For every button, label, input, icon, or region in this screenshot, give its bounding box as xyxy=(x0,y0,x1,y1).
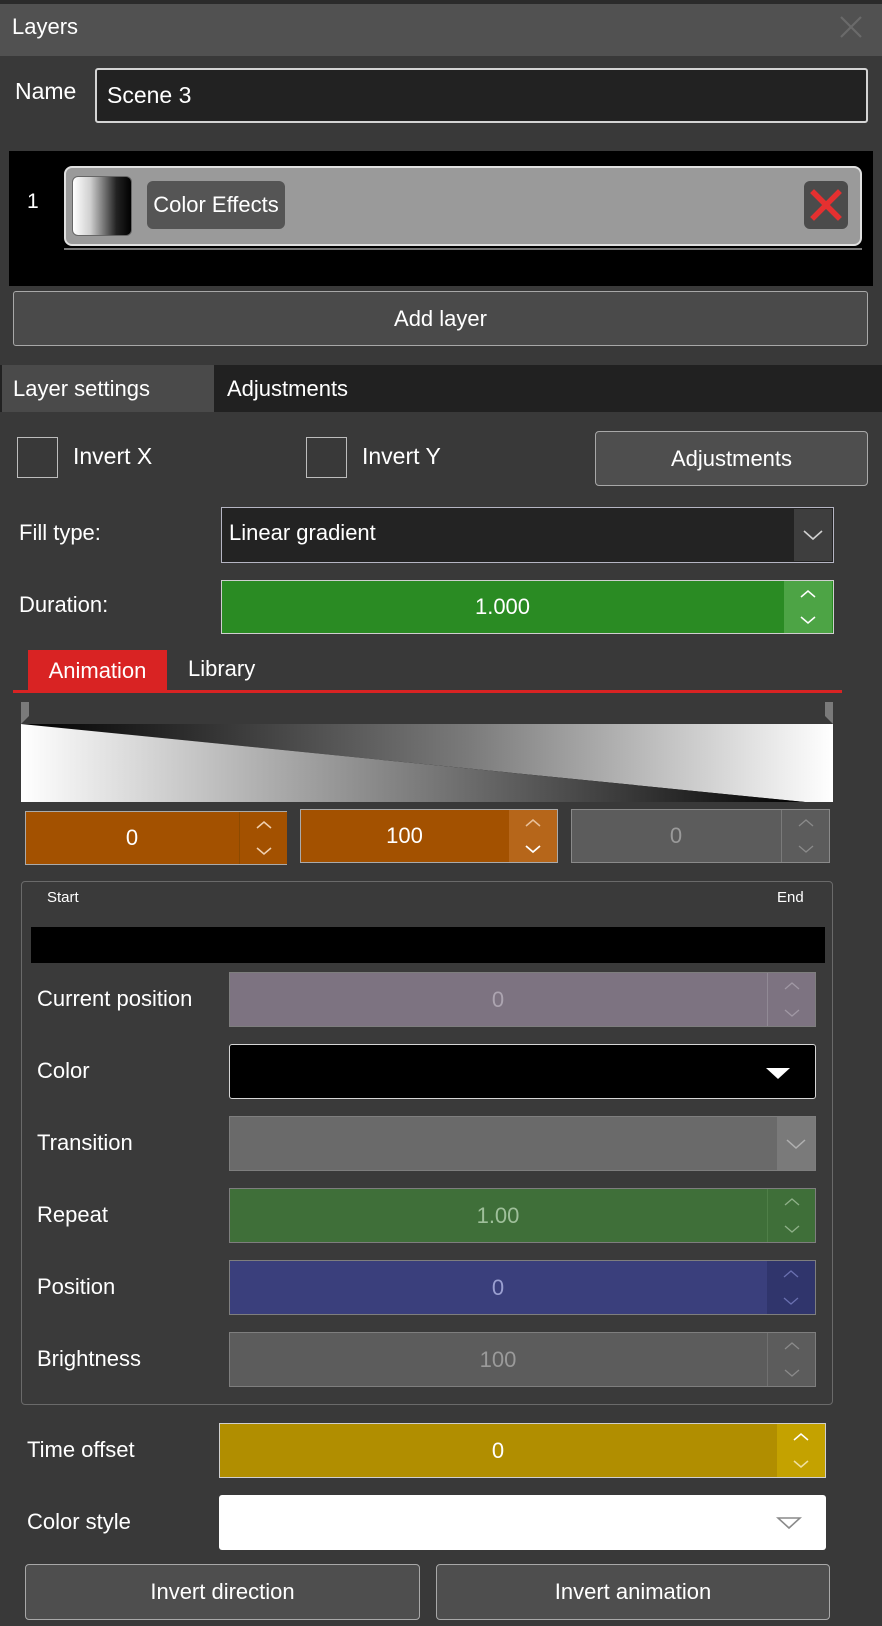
caret-down-icon[interactable] xyxy=(776,1516,802,1530)
chevron-down-icon[interactable] xyxy=(777,1117,815,1170)
scene-name-input[interactable] xyxy=(95,68,868,123)
add-layer-button[interactable]: Add layer xyxy=(13,291,868,346)
chevron-down-icon[interactable] xyxy=(794,509,832,561)
current-position-stepper[interactable] xyxy=(767,973,815,1026)
current-position-value[interactable]: 0 xyxy=(229,972,767,1027)
time-offset-stepper[interactable] xyxy=(777,1424,825,1477)
name-label: Name xyxy=(15,78,77,104)
stop-start-stepper[interactable] xyxy=(239,812,287,864)
gradient-thumbnail-icon xyxy=(72,176,132,236)
time-offset-value[interactable]: 0 xyxy=(219,1423,777,1478)
invert-y-label: Invert Y xyxy=(362,443,441,469)
delete-layer-button[interactable] xyxy=(804,181,848,229)
fill-type-value: Linear gradient xyxy=(229,520,376,545)
chevron-down-icon[interactable] xyxy=(782,1296,800,1306)
chevron-down-icon[interactable] xyxy=(783,1368,801,1378)
duration-label: Duration: xyxy=(19,592,109,617)
time-offset-label: Time offset xyxy=(27,1437,135,1462)
start-marker-icon[interactable] xyxy=(21,702,29,724)
invert-x-label: Invert X xyxy=(73,443,153,469)
chevron-down-icon[interactable] xyxy=(255,846,273,856)
window-titlebar xyxy=(0,0,882,56)
chevron-up-icon[interactable] xyxy=(524,818,542,828)
red-x-icon xyxy=(810,189,842,221)
invert-direction-button[interactable]: Invert direction xyxy=(25,1564,420,1620)
chevron-up-icon[interactable] xyxy=(797,818,815,828)
repeat-value[interactable]: 1.00 xyxy=(229,1188,767,1243)
invert-animation-button[interactable]: Invert animation xyxy=(436,1564,830,1620)
window-title: Layers xyxy=(12,14,79,39)
chevron-down-icon[interactable] xyxy=(783,1224,801,1234)
tab-library[interactable]: Library xyxy=(188,656,255,682)
current-position-label: Current position xyxy=(37,986,193,1011)
position-value[interactable]: 0 xyxy=(229,1260,767,1315)
chevron-down-icon[interactable] xyxy=(799,615,817,625)
color-style-select[interactable] xyxy=(219,1495,826,1550)
transition-select[interactable] xyxy=(229,1116,816,1171)
end-label: End xyxy=(777,889,804,906)
caret-down-icon[interactable] xyxy=(764,1066,792,1080)
duration-stepper[interactable] xyxy=(784,581,832,633)
stops-bar[interactable] xyxy=(31,927,825,963)
end-marker-icon[interactable] xyxy=(825,702,833,724)
chevron-up-icon[interactable] xyxy=(783,1341,801,1351)
adjustments-button[interactable]: Adjustments xyxy=(595,431,868,486)
chevron-up-icon[interactable] xyxy=(783,981,801,991)
stop-extra-value[interactable]: 0 xyxy=(571,809,781,863)
duration-value[interactable]: 1.000 xyxy=(221,580,784,634)
layer-index: 1 xyxy=(27,190,39,213)
color-picker[interactable] xyxy=(229,1044,816,1099)
brightness-label: Brightness xyxy=(37,1346,141,1371)
start-label: Start xyxy=(47,889,79,906)
chevron-down-icon[interactable] xyxy=(783,1008,801,1018)
layer-name[interactable]: Color Effects xyxy=(147,181,285,229)
gradient-preview[interactable] xyxy=(21,702,833,802)
color-label: Color xyxy=(37,1058,90,1083)
stop-start-value[interactable]: 0 xyxy=(25,811,239,865)
fill-type-label: Fill type: xyxy=(19,520,101,545)
repeat-label: Repeat xyxy=(37,1202,108,1227)
chevron-down-icon[interactable] xyxy=(524,844,542,854)
chevron-up-icon[interactable] xyxy=(783,1197,801,1207)
tab-adjustments[interactable]: Adjustments xyxy=(216,365,348,412)
tab-layer-settings[interactable]: Layer settings xyxy=(2,365,214,412)
brightness-stepper[interactable] xyxy=(767,1333,815,1386)
transition-label: Transition xyxy=(37,1130,133,1155)
repeat-stepper[interactable] xyxy=(767,1189,815,1242)
invert-y-checkbox[interactable] xyxy=(306,437,347,478)
chevron-up-icon[interactable] xyxy=(799,589,817,599)
color-style-label: Color style xyxy=(27,1509,131,1534)
tab-underline xyxy=(13,690,842,693)
layer-divider xyxy=(64,248,862,250)
position-label: Position xyxy=(37,1274,116,1299)
stop-end-stepper[interactable] xyxy=(509,810,557,862)
chevron-down-icon[interactable] xyxy=(797,844,815,854)
stop-extra-stepper[interactable] xyxy=(781,810,829,862)
chevron-up-icon[interactable] xyxy=(782,1269,800,1279)
chevron-up-icon[interactable] xyxy=(792,1432,810,1442)
close-icon[interactable] xyxy=(838,14,864,40)
position-stepper[interactable] xyxy=(767,1261,815,1314)
chevron-down-icon[interactable] xyxy=(792,1459,810,1469)
tab-animation[interactable]: Animation xyxy=(28,650,167,691)
stop-end-value[interactable]: 100 xyxy=(300,809,509,863)
chevron-up-icon[interactable] xyxy=(255,820,273,830)
brightness-value[interactable]: 100 xyxy=(229,1332,767,1387)
invert-x-checkbox[interactable] xyxy=(17,437,58,478)
